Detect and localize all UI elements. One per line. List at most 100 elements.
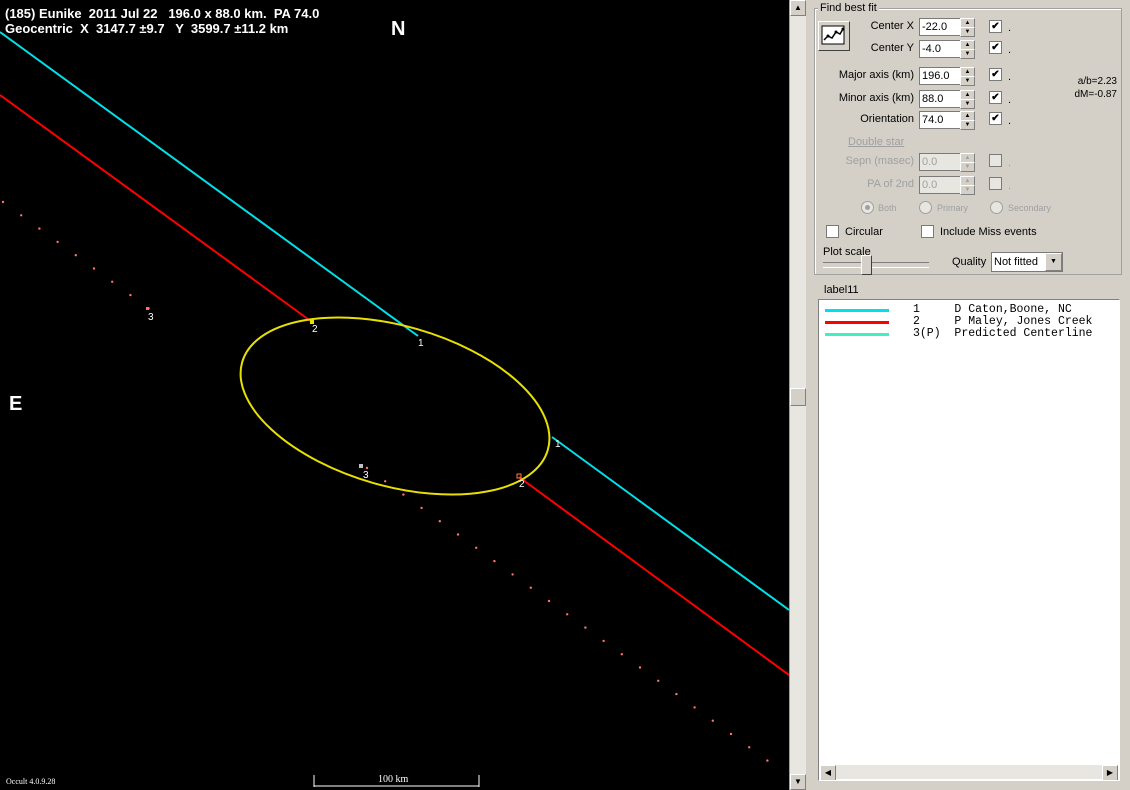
- radio-primary-label: Primary: [937, 203, 968, 213]
- circular-label: Circular: [845, 226, 883, 238]
- predicted-dot: [74, 254, 78, 257]
- quality-label: Quality: [952, 256, 987, 268]
- predicted-dot: [456, 533, 460, 536]
- predicted-dot: [620, 653, 623, 656]
- chord-2-line-exit: [518, 476, 789, 676]
- predicted-dot: [511, 573, 514, 576]
- center-y-dot: .: [1008, 44, 1012, 56]
- predicted-dot: [675, 692, 678, 696]
- quality-value: Not fitted: [994, 256, 1039, 268]
- chord-2-line: [0, 94, 313, 323]
- chord-1-swatch: [825, 309, 889, 312]
- radio-secondary-label: Secondary: [1008, 203, 1052, 213]
- predicted-dot: [493, 559, 496, 563]
- list-item-num: 3(P): [913, 327, 955, 340]
- spin-down-icon[interactable]: ▼: [960, 185, 975, 195]
- major-axis-dot: .: [1008, 71, 1012, 83]
- sepn-label: Sepn (masec): [845, 155, 914, 167]
- pa2nd-dot: .: [1008, 180, 1012, 192]
- occultation-plot[interactable]: (185) Eunike 2011 Jul 22 196.0 x 88.0 km…: [0, 0, 789, 790]
- center-x-checkbox[interactable]: ✔: [989, 20, 1002, 33]
- plot-vertical-scrollbar[interactable]: ▲ ▼: [789, 0, 806, 790]
- minor-axis-input[interactable]: 88.0: [919, 90, 961, 108]
- predicted-dot: [1, 200, 5, 204]
- orientation-spinner[interactable]: 74.0 ▲ ▼: [919, 111, 975, 130]
- center-y-input[interactable]: -4.0: [919, 40, 961, 58]
- predicted-dot: [584, 626, 587, 629]
- chords-listbox[interactable]: 1 D Caton,Boone, NC 2 P Maley, Jones Cre…: [818, 299, 1120, 781]
- predicted-dot: [766, 759, 769, 762]
- chord-3-swatch: [825, 333, 889, 336]
- predicted-dot: [475, 546, 478, 549]
- center-y-spinner[interactable]: -4.0 ▲ ▼: [919, 40, 975, 59]
- chord-2-entry-label: 2: [312, 324, 318, 335]
- pa2nd-input[interactable]: 0.0: [919, 176, 961, 194]
- orientation-checkbox[interactable]: ✔: [989, 112, 1002, 125]
- spin-down-icon[interactable]: ▼: [960, 162, 975, 172]
- north-label: N: [391, 18, 406, 40]
- scroll-left-button[interactable]: ◀: [820, 765, 836, 780]
- asteroid-ellipse: [239, 316, 551, 496]
- label11: label11: [824, 284, 859, 296]
- sepn-checkbox[interactable]: [989, 154, 1002, 167]
- major-axis-spinner[interactable]: 196.0 ▲ ▼: [919, 67, 975, 86]
- chord-3-top-label: 3: [148, 312, 154, 323]
- predicted-dot: [38, 227, 41, 230]
- chevron-down-icon[interactable]: ▼: [1045, 253, 1062, 271]
- major-axis-label: Major axis (km): [838, 69, 914, 81]
- minor-axis-spinner[interactable]: 88.0 ▲ ▼: [919, 90, 975, 109]
- spin-down-icon[interactable]: ▼: [960, 99, 975, 109]
- center-y-checkbox[interactable]: ✔: [989, 41, 1002, 54]
- spin-down-icon[interactable]: ▼: [960, 76, 975, 86]
- scroll-up-button[interactable]: ▲: [790, 0, 806, 16]
- version-label: Occult 4.0.9.28: [6, 777, 56, 786]
- chord-1-exit-label: 1: [555, 439, 561, 450]
- plot-title-line1: (185) Eunike 2011 Jul 22 196.0 x 88.0 km…: [5, 6, 320, 21]
- scroll-thumb[interactable]: [790, 388, 806, 406]
- list-item[interactable]: 3(P) Predicted Centerline: [819, 328, 1119, 340]
- scroll-down-button[interactable]: ▼: [790, 774, 806, 790]
- plot-graphics: [0, 31, 789, 787]
- radio-both-label: Both: [878, 203, 897, 213]
- chord-1-line: [0, 31, 419, 337]
- sepn-spinner[interactable]: 0.0 ▲ ▼: [919, 153, 975, 172]
- center-x-spinner[interactable]: -22.0 ▲ ▼: [919, 18, 975, 37]
- scroll-right-button[interactable]: ▶: [1102, 765, 1118, 780]
- spin-down-icon[interactable]: ▼: [960, 27, 975, 37]
- predicted-dot: [638, 666, 642, 669]
- center-y-label: Center Y: [870, 42, 914, 54]
- chord-1-entry-label: 1: [418, 338, 424, 349]
- quality-select[interactable]: Not fitted ▼: [991, 252, 1063, 272]
- predicted-dot: [602, 639, 605, 643]
- include-miss-checkbox[interactable]: [921, 225, 934, 238]
- list-item-text: Predicted Centerline: [954, 327, 1093, 340]
- pa2nd-spinner[interactable]: 0.0 ▲ ▼: [919, 176, 975, 195]
- pa2nd-checkbox[interactable]: [989, 177, 1002, 190]
- chart-fit-icon: [821, 25, 845, 45]
- major-axis-input[interactable]: 196.0: [919, 67, 961, 85]
- radio-secondary[interactable]: [990, 201, 1003, 214]
- list-horizontal-scrollbar[interactable]: ◀ ▶: [820, 765, 1118, 780]
- radio-primary[interactable]: [919, 201, 932, 214]
- center-x-input[interactable]: -22.0: [919, 18, 961, 36]
- minor-axis-checkbox[interactable]: ✔: [989, 91, 1002, 104]
- orientation-input[interactable]: 74.0: [919, 111, 961, 129]
- major-axis-checkbox[interactable]: ✔: [989, 68, 1002, 81]
- chord-2-swatch: [825, 321, 889, 324]
- predicted-dot: [402, 493, 405, 496]
- minor-axis-label: Minor axis (km): [838, 92, 914, 104]
- sepn-input[interactable]: 0.0: [919, 153, 961, 171]
- orientation-dot: .: [1008, 115, 1012, 127]
- radio-both[interactable]: [861, 201, 874, 214]
- find-best-fit-button[interactable]: [818, 21, 850, 51]
- plot-scale-slider[interactable]: [861, 255, 872, 275]
- spin-down-icon[interactable]: ▼: [960, 49, 975, 59]
- chord-1-line-exit: [551, 436, 789, 611]
- predicted-dot: [748, 746, 751, 749]
- dm-label: dM=-0.87: [1074, 89, 1117, 100]
- predicted-dot: [420, 506, 423, 510]
- orientation-label: Orientation: [860, 113, 914, 125]
- circular-checkbox[interactable]: [826, 225, 839, 238]
- fit-panel: Find best fit Center X -22.0 ▲ ▼ ✔ . Cent…: [806, 0, 1130, 790]
- spin-down-icon[interactable]: ▼: [960, 120, 975, 130]
